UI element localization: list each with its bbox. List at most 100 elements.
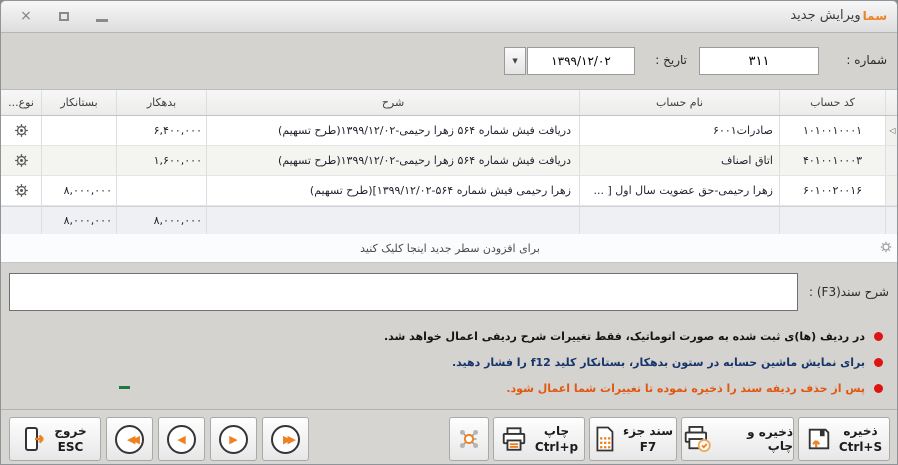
exit-button[interactable]: خروج ESC — [9, 417, 101, 461]
row-indicator — [885, 176, 898, 205]
table-row[interactable]: ۴۰۱۰۰۱۰۰۰۳ اتاق اصناف دریافت فیش شماره ۵… — [1, 146, 898, 176]
table-row[interactable]: ۶۰۱۰۰۲۰۰۱۶ زهرا رحیمی-حق عضویت سال اول [… — [1, 176, 898, 206]
bullet-icon — [874, 358, 883, 367]
title-area: سما ویرایش جدید — [790, 8, 887, 23]
row-settings-button[interactable] — [1, 116, 41, 145]
date-dropdown-button[interactable]: ▼ — [504, 47, 526, 75]
gear-icon — [14, 183, 29, 198]
titlebar: سما ویرایش جدید × — [1, 1, 897, 33]
totals-name — [579, 207, 779, 234]
window-title: ویرایش جدید — [790, 8, 860, 23]
totals-debit: ۸,۰۰۰,۰۰۰ — [116, 207, 206, 234]
number-input[interactable] — [699, 47, 819, 75]
row-indicator — [885, 146, 898, 175]
cell-credit[interactable] — [41, 146, 116, 175]
minimize-icon[interactable] — [93, 7, 111, 25]
header-account-code[interactable]: کد حساب — [779, 90, 885, 115]
exit-door-icon — [23, 425, 47, 453]
note-text: پس از حذف ردیفه سند را ذخیره نموده تا تغ… — [506, 382, 865, 395]
cell-account-name[interactable]: صادرات۶۰۰۱ — [579, 116, 779, 145]
row-settings-button[interactable] — [1, 146, 41, 175]
close-icon[interactable]: × — [17, 7, 35, 25]
save-label: ذخیره — [843, 423, 877, 439]
bottom-toolbar: خروج ESC ◀◀ ◀ ▶ ▶▶ — [1, 409, 898, 465]
cell-credit[interactable]: ۸,۰۰۰,۰۰۰ — [41, 176, 116, 205]
sub-document-label: سند جزء — [623, 423, 673, 439]
doc-description-label: شرح سند(F3) : — [809, 285, 889, 299]
nav-next-button[interactable]: ▶ — [210, 417, 257, 461]
cell-debit[interactable] — [116, 176, 206, 205]
date-input[interactable] — [527, 47, 635, 75]
document-header: شماره : تاریخ : ▼ — [1, 33, 897, 89]
minimize-glyph — [96, 19, 108, 22]
restore-icon[interactable] — [55, 7, 73, 25]
cell-debit[interactable]: ۶,۴۰۰,۰۰۰ — [116, 116, 206, 145]
share-network-icon — [455, 425, 483, 453]
header-debit[interactable]: بدهکار — [116, 90, 206, 115]
printer-check-icon — [682, 425, 712, 453]
cell-description[interactable]: دریافت فیش شماره ۵۶۴ زهرا رحیمی-۱۳۹۹/۱۲/… — [206, 146, 579, 175]
last-record-icon: ▶▶ — [279, 433, 292, 446]
totals-row: ۸,۰۰۰,۰۰۰ ۸,۰۰۰,۰۰۰ — [1, 206, 898, 234]
cell-description[interactable]: زهرا رحیمی فیش شماره ۵۶۴-۱۳۹۹/۱۲/۰۲](طرح… — [206, 176, 579, 205]
edit-document-window: سما ویرایش جدید × شماره : تاریخ : ▼ کد ح… — [0, 0, 898, 465]
next-record-icon: ▶ — [229, 433, 237, 446]
sub-document-button[interactable]: سند جزء F7 — [589, 417, 677, 461]
date-label: تاریخ : — [655, 53, 687, 67]
printer-icon — [500, 426, 528, 453]
share-button[interactable] — [449, 417, 489, 461]
totals-type — [1, 207, 41, 234]
add-new-row-label: برای افزودن سطر جدید اینجا کلیک کنید — [360, 242, 540, 255]
green-dash-mark — [119, 386, 130, 389]
nav-first-button[interactable]: ◀◀ — [106, 417, 153, 461]
header-credit[interactable]: بستانکار — [41, 90, 116, 115]
bullet-icon — [874, 332, 883, 341]
row-settings-button[interactable] — [1, 176, 41, 205]
header-type[interactable]: نوع... — [1, 90, 41, 115]
save-and-print-label: ذخیره و چاپ — [719, 425, 793, 453]
gear-icon — [880, 241, 892, 253]
header-account-name[interactable]: نام حساب — [579, 90, 779, 115]
save-button[interactable]: ذخیره Ctrl+S — [798, 417, 890, 461]
window-controls: × — [17, 7, 111, 25]
cell-credit[interactable] — [41, 116, 116, 145]
cell-debit[interactable]: ۱,۶۰۰,۰۰۰ — [116, 146, 206, 175]
document-icon — [593, 425, 616, 453]
add-new-row-bar[interactable]: برای افزودن سطر جدید اینجا کلیک کنید — [1, 234, 898, 263]
cell-description[interactable]: دریافت فیش شماره ۵۶۴ زهرا رحیمی-۱۳۹۹/۱۲/… — [206, 116, 579, 145]
note-line: پس از حذف ردیفه سند را ذخیره نموده تا تغ… — [0, 382, 897, 395]
exit-label: خروج — [54, 423, 86, 439]
totals-desc — [206, 207, 579, 234]
save-and-print-button[interactable]: ذخیره و چاپ — [681, 417, 794, 461]
number-label: شماره : — [846, 53, 887, 67]
doc-description-input[interactable] — [9, 273, 798, 311]
gear-icon — [14, 123, 29, 138]
cell-account-name[interactable]: اتاق اصناف — [579, 146, 779, 175]
nav-previous-button[interactable]: ◀ — [158, 417, 205, 461]
print-button[interactable]: چاپ Ctrl+p — [493, 417, 585, 461]
totals-indicator — [885, 207, 898, 234]
note-line: برای نمایش ماشین حسابه در ستون بدهکار، ب… — [0, 356, 897, 369]
table-row[interactable]: ◁ ۱۰۱۰۰۱۰۰۰۱ صادرات۶۰۰۱ دریافت فیش شماره… — [1, 116, 898, 146]
gear-icon — [14, 153, 29, 168]
cell-account-name[interactable]: زهرا رحیمی-حق عضویت سال اول [ ... — [579, 176, 779, 205]
save-floppy-icon — [806, 426, 832, 452]
current-row-marker-icon: ◁ — [885, 116, 898, 145]
print-label: چاپ — [544, 423, 569, 439]
nav-last-button[interactable]: ▶▶ — [262, 417, 309, 461]
totals-credit: ۸,۰۰۰,۰۰۰ — [41, 207, 116, 234]
chevron-down-icon: ▼ — [512, 57, 517, 65]
first-record-icon: ◀◀ — [123, 433, 136, 446]
cell-account-code[interactable]: ۶۰۱۰۰۲۰۰۱۶ — [779, 176, 885, 205]
restore-glyph — [59, 12, 69, 21]
note-line: در ردیف (ها)ی ثبت شده به صورت اتوماتیک، … — [0, 330, 897, 343]
header-indicator — [885, 90, 898, 115]
cell-account-code[interactable]: ۴۰۱۰۰۱۰۰۰۳ — [779, 146, 885, 175]
exit-shortcut: ESC — [58, 439, 84, 455]
app-logo: سما — [863, 9, 887, 23]
save-shortcut: Ctrl+S — [839, 439, 882, 455]
header-description[interactable]: شرح — [206, 90, 579, 115]
totals-code — [779, 207, 885, 234]
cell-account-code[interactable]: ۱۰۱۰۰۱۰۰۰۱ — [779, 116, 885, 145]
grid-settings-button[interactable] — [880, 241, 892, 253]
